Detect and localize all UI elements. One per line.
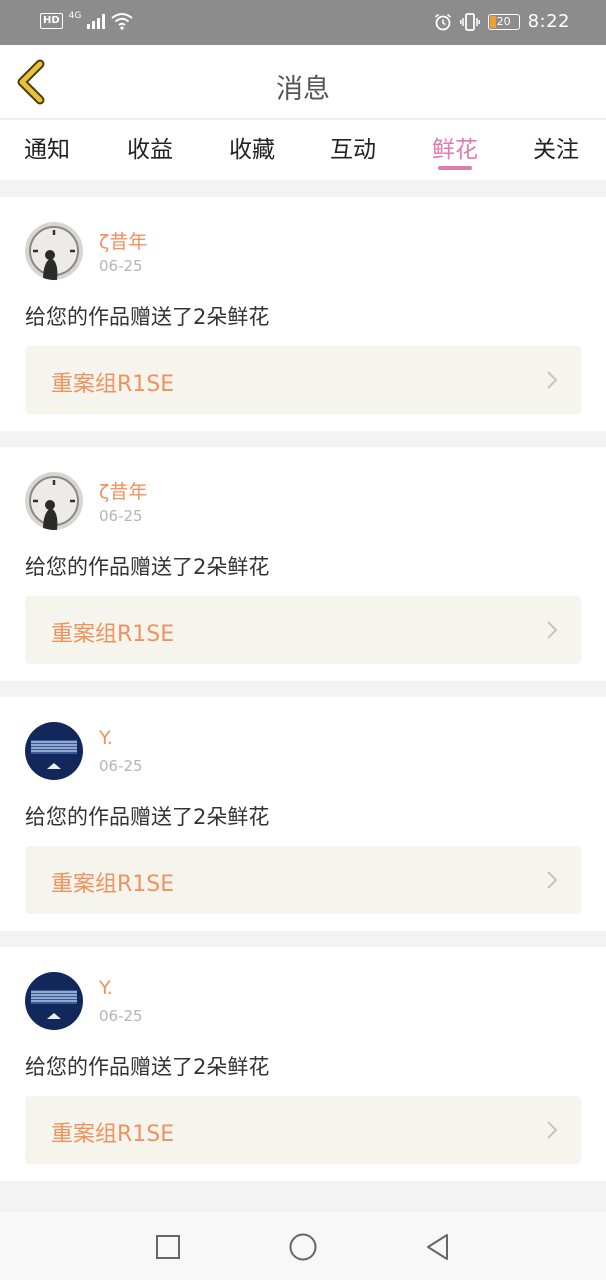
message-card: ζ昔年 06-25 给您的作品赠送了2朵鲜花 重案组R1SE (0, 447, 606, 681)
status-left: HD 4G (40, 11, 133, 30)
avatar[interactable] (25, 222, 83, 280)
active-tab-indicator (438, 166, 472, 170)
navy-avatar-image (25, 722, 83, 780)
username[interactable]: Y. (99, 977, 113, 999)
tab-bar: 通知 收益 收藏 互动 鲜花 关注 (0, 120, 606, 180)
message-card: ζ昔年 06-25 给您的作品赠送了2朵鲜花 重案组R1SE (0, 197, 606, 431)
message-date: 06-25 (99, 257, 143, 275)
message-text: 给您的作品赠送了2朵鲜花 (25, 805, 270, 829)
home-icon[interactable] (286, 1230, 320, 1264)
battery-percent: 20 (496, 14, 511, 28)
message-text: 给您的作品赠送了2朵鲜花 (25, 1055, 270, 1079)
message-date: 06-25 (99, 757, 143, 775)
tab-following[interactable]: 关注 (533, 130, 579, 164)
chevron-right-icon (547, 371, 558, 389)
network-type: 4G (68, 11, 82, 21)
chevron-right-icon (547, 621, 558, 639)
username[interactable]: ζ昔年 (99, 227, 147, 254)
status-right: 20 8:22 (434, 11, 570, 32)
vibrate-icon (459, 12, 480, 31)
hd-badge: HD (40, 13, 63, 29)
alarm-icon (434, 13, 451, 30)
tab-favorites[interactable]: 收藏 (229, 130, 275, 164)
username[interactable]: ζ昔年 (99, 477, 147, 504)
username[interactable]: Y. (99, 727, 113, 749)
work-link[interactable]: 重案组R1SE (25, 1096, 581, 1164)
messages-screen: HD 4G 20 8:22 消息 通知 收益 收藏 互动 鲜花 关注 ζ昔年 0… (0, 0, 606, 1280)
signal-icon (87, 13, 106, 29)
tab-flowers[interactable]: 鲜花 (432, 130, 478, 164)
work-title: 重案组R1SE (51, 622, 175, 647)
work-title: 重案组R1SE (51, 372, 175, 397)
message-text: 给您的作品赠送了2朵鲜花 (25, 305, 270, 329)
chevron-right-icon (547, 871, 558, 889)
system-nav-bar (0, 1212, 606, 1280)
header: 消息 (0, 45, 606, 119)
message-date: 06-25 (99, 507, 143, 525)
work-link[interactable]: 重案组R1SE (25, 346, 581, 414)
work-title: 重案组R1SE (51, 1122, 175, 1147)
message-card: Y. 06-25 给您的作品赠送了2朵鲜花 重案组R1SE (0, 697, 606, 931)
avatar[interactable] (25, 722, 83, 780)
back-icon[interactable] (421, 1230, 455, 1264)
clock-avatar-image (25, 472, 83, 530)
work-title: 重案组R1SE (51, 872, 175, 897)
work-link[interactable]: 重案组R1SE (25, 846, 581, 914)
tab-earnings[interactable]: 收益 (127, 130, 173, 164)
status-bar: HD 4G 20 8:22 (0, 0, 606, 45)
message-text: 给您的作品赠送了2朵鲜花 (25, 555, 270, 579)
battery-icon: 20 (487, 13, 520, 30)
navy-avatar-image (25, 972, 83, 1030)
wifi-icon (111, 13, 133, 30)
avatar[interactable] (25, 972, 83, 1030)
message-card: Y. 06-25 给您的作品赠送了2朵鲜花 重案组R1SE (0, 947, 606, 1181)
battery-level (489, 15, 496, 28)
chevron-right-icon (547, 1121, 558, 1139)
recent-apps-icon[interactable] (151, 1230, 185, 1264)
clock-avatar-image (25, 222, 83, 280)
message-date: 06-25 (99, 1007, 143, 1025)
tab-interactions[interactable]: 互动 (330, 130, 376, 164)
tab-notifications[interactable]: 通知 (24, 130, 70, 164)
work-link[interactable]: 重案组R1SE (25, 596, 581, 664)
page-title: 消息 (276, 74, 330, 105)
status-time: 8:22 (527, 11, 570, 32)
avatar[interactable] (25, 472, 83, 530)
